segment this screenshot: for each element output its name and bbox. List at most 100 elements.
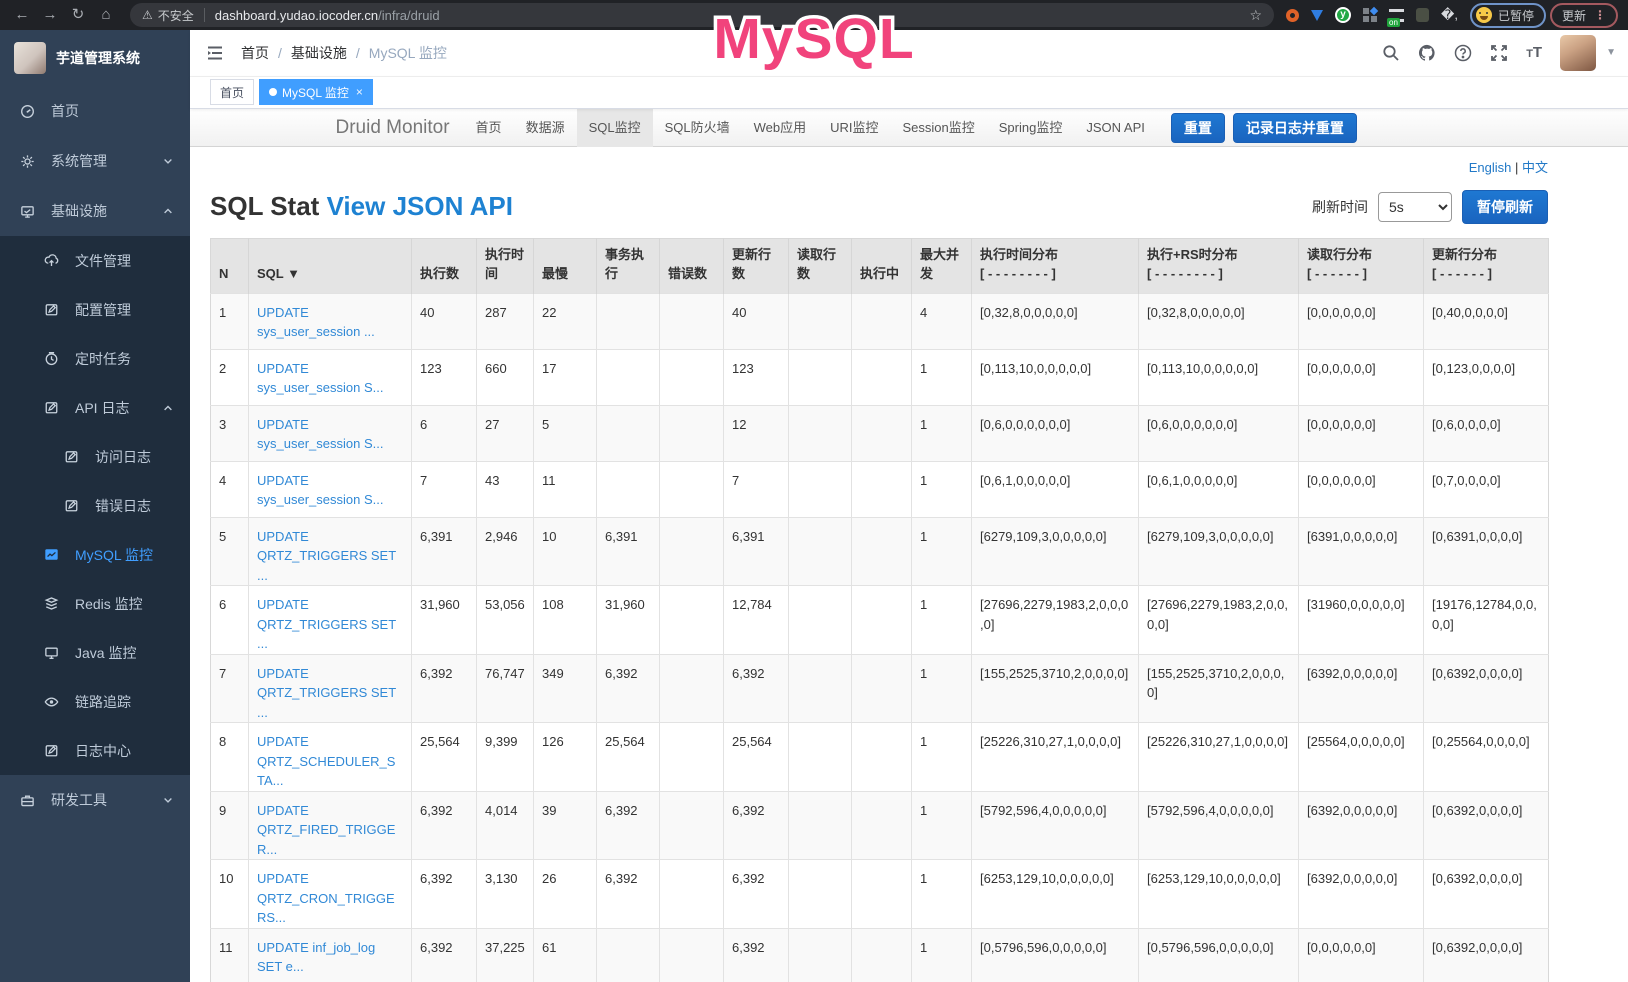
sql-link[interactable]: UPDATE sys_user_session S... <box>257 473 383 508</box>
font-size-icon[interactable]: TT <box>1526 44 1542 61</box>
cell: [155,2525,3710,2,0,0,0,0] <box>972 654 1139 723</box>
sql-link[interactable]: UPDATE sys_user_session ... <box>257 305 375 340</box>
forward-icon[interactable]: → <box>38 0 62 30</box>
refresh-interval-select[interactable]: 5s <box>1378 192 1452 222</box>
extension-donut-icon[interactable] <box>1286 9 1299 22</box>
druid-nav-SQL监控[interactable]: SQL监控 <box>577 109 653 147</box>
extension-dark-icon[interactable] <box>1416 8 1429 22</box>
close-icon[interactable]: × <box>356 85 363 99</box>
sql-link[interactable]: UPDATE QRTZ_SCHEDULER_STA... <box>257 734 395 788</box>
sql-link[interactable]: UPDATE inf_job_log SET e... <box>257 940 375 975</box>
tag-MySQL 监控[interactable]: MySQL 监控× <box>259 79 373 105</box>
sidebar-item-java[interactable]: Java 监控 <box>0 628 190 677</box>
cell: [0,6392,0,0,0,0] <box>1424 654 1549 723</box>
mysql-icon <box>44 547 59 562</box>
fullscreen-icon[interactable] <box>1490 44 1508 62</box>
lang-english-link[interactable]: English <box>1469 160 1512 175</box>
extension-list-on-icon[interactable] <box>1389 9 1404 22</box>
sql-link[interactable]: UPDATE sys_user_session S... <box>257 417 383 452</box>
druid-nav-数据源[interactable]: 数据源 <box>514 109 577 147</box>
extensions-puzzle-icon[interactable]: �, <box>1441 7 1458 23</box>
cell: 126 <box>534 723 597 792</box>
cell: [0,113,10,0,0,0,0,0] <box>1139 349 1299 405</box>
address-bar[interactable]: ⚠不安全 dashboard.yudao.iocoder.cn/infra/dr… <box>130 3 1274 27</box>
druid-nav-URI监控[interactable]: URI监控 <box>818 109 890 147</box>
github-icon[interactable] <box>1418 44 1436 62</box>
sidebar-item-access-log[interactable]: 访问日志 <box>0 432 190 481</box>
view-json-api-link[interactable]: View JSON API <box>327 191 513 221</box>
help-icon[interactable] <box>1454 44 1472 62</box>
sql-link[interactable]: UPDATE sys_user_session S... <box>257 361 383 396</box>
table-row: 6UPDATE QRTZ_TRIGGERS SET ...31,96053,05… <box>211 586 1549 655</box>
sidebar-item-label: MySQL 监控 <box>75 545 153 565</box>
column-header: 执行中 <box>852 238 912 293</box>
druid-nav-JSON API[interactable]: JSON API <box>1074 109 1157 147</box>
url-host: dashboard.yudao.iocoder.cn <box>215 8 378 23</box>
home-icon[interactable]: ⌂ <box>94 0 118 30</box>
sidebar-item-infra[interactable]: 基础设施 <box>0 186 190 236</box>
search-icon[interactable] <box>1382 44 1400 62</box>
sidebar-item-error-log[interactable]: 错误日志 <box>0 481 190 530</box>
column-header: 更新行数 <box>724 238 789 293</box>
sidebar-logo[interactable]: 芋道管理系统 <box>0 30 190 86</box>
sidebar-item-trace[interactable]: 链路追踪 <box>0 677 190 726</box>
reload-icon[interactable]: ↻ <box>66 0 90 30</box>
druid-nav-Spring监控[interactable]: Spring监控 <box>987 109 1075 147</box>
sidebar-item-job[interactable]: 定时任务 <box>0 334 190 383</box>
tag-首页[interactable]: 首页 <box>210 79 254 105</box>
druid-nav: 首页数据源SQL监控SQL防火墙Web应用URI监控Session监控Sprin… <box>464 109 1157 147</box>
sidebar-item-label: 错误日志 <box>95 496 151 516</box>
druid-nav-首页[interactable]: 首页 <box>464 109 514 147</box>
cell <box>660 349 724 405</box>
cell: [0,0,0,0,0,0] <box>1299 928 1424 982</box>
sql-link[interactable]: UPDATE QRTZ_FIRED_TRIGGER... <box>257 803 395 857</box>
cell: [155,2525,3710,2,0,0,0,0] <box>1139 654 1299 723</box>
chevron-down-icon[interactable]: ▼ <box>1606 47 1616 58</box>
log-and-reset-button[interactable]: 记录日志并重置 <box>1233 113 1357 143</box>
breadcrumb-infra[interactable]: 基础设施 <box>291 43 347 63</box>
cell: [0,6,0,0,0,0] <box>1424 405 1549 461</box>
cell: 6,392 <box>412 654 477 723</box>
druid-brand[interactable]: Druid Monitor <box>322 117 464 139</box>
extension-gem-icon[interactable] <box>1311 10 1323 21</box>
druid-nav-SQL防火墙[interactable]: SQL防火墙 <box>653 109 742 147</box>
avatar[interactable] <box>1560 35 1596 71</box>
hamburger-icon[interactable] <box>205 43 225 63</box>
druid-nav-Session监控[interactable]: Session监控 <box>891 109 987 147</box>
breadcrumb-home[interactable]: 首页 <box>241 43 269 63</box>
sidebar-item-redis[interactable]: Redis 监控 <box>0 579 190 628</box>
pause-refresh-button[interactable]: 暂停刷新 <box>1462 190 1548 224</box>
security-warning[interactable]: ⚠不安全 <box>142 7 194 24</box>
back-icon[interactable]: ← <box>10 0 34 30</box>
sidebar-item-system[interactable]: 系统管理 <box>0 136 190 186</box>
druid-nav-Web应用[interactable]: Web应用 <box>742 109 819 147</box>
sidebar-item-file[interactable]: 文件管理 <box>0 236 190 285</box>
browser-update-button[interactable]: 更新⋮ <box>1550 3 1618 28</box>
sql-link[interactable]: UPDATE QRTZ_TRIGGERS SET ... <box>257 529 396 583</box>
column-header: N <box>211 238 249 293</box>
edit-icon <box>64 449 79 464</box>
sidebar-item-devtools[interactable]: 研发工具 <box>0 775 190 825</box>
reset-button[interactable]: 重置 <box>1171 113 1225 143</box>
cell: 4 <box>211 461 249 517</box>
column-header[interactable]: SQL ▼ <box>249 238 412 293</box>
sidebar-item-home[interactable]: 首页 <box>0 86 190 136</box>
paused-badge[interactable]: 已暂停 <box>1470 3 1546 28</box>
cell: 31,960 <box>597 586 660 655</box>
sidebar-item-api-log[interactable]: API 日志 <box>0 383 190 432</box>
bookmark-star-icon[interactable]: ☆ <box>1249 7 1262 24</box>
sql-link[interactable]: UPDATE QRTZ_TRIGGERS SET ... <box>257 666 396 720</box>
cell: 6,392 <box>412 791 477 860</box>
sidebar-item-config[interactable]: 配置管理 <box>0 285 190 334</box>
sidebar-item-log-center[interactable]: 日志中心 <box>0 726 190 775</box>
menu-dots-icon[interactable]: ⋮ <box>1594 8 1606 22</box>
histogram-buckets-legend: [ - - - - - - ] <box>1307 265 1415 284</box>
cell: 6,391 <box>412 517 477 586</box>
sidebar-item-mysql[interactable]: MySQL 监控 <box>0 530 190 579</box>
sql-link[interactable]: UPDATE QRTZ_CRON_TRIGGERS... <box>257 871 395 925</box>
lang-chinese-link[interactable]: 中文 <box>1522 160 1548 175</box>
cell: 1 <box>912 405 972 461</box>
extension-grid-icon[interactable] <box>1363 8 1377 22</box>
sql-link[interactable]: UPDATE QRTZ_TRIGGERS SET ... <box>257 597 396 651</box>
extension-y-icon[interactable]: y <box>1335 7 1351 23</box>
